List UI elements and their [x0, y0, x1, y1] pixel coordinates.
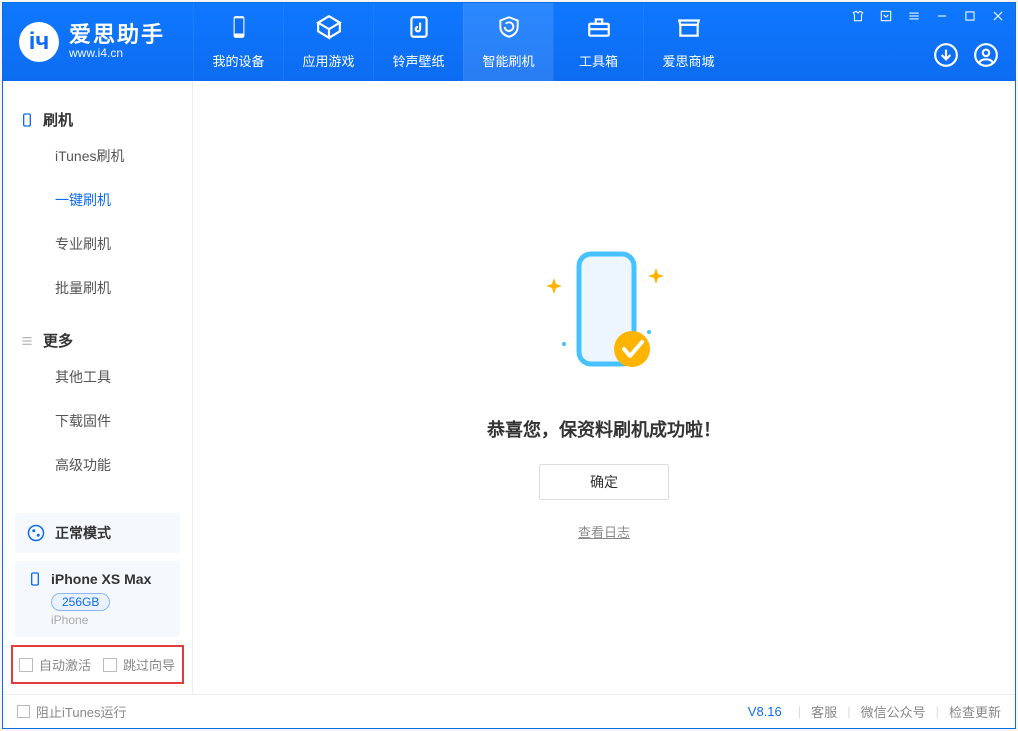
footer-link-support[interactable]: 客服 [811, 702, 837, 721]
store-icon [676, 14, 702, 45]
separator: | [847, 704, 850, 719]
nav-tab-smart-flash[interactable]: 智能刷机 [463, 3, 553, 81]
list-icon [19, 333, 35, 349]
dropdown-icon[interactable] [879, 9, 893, 28]
status-card[interactable]: 正常模式 [15, 513, 180, 553]
close-button[interactable] [991, 9, 1005, 28]
nav-label: 铃声壁纸 [392, 51, 444, 70]
app-name: 爱思助手 [69, 24, 165, 46]
nav-label: 智能刷机 [482, 51, 534, 70]
download-icon[interactable] [933, 42, 959, 73]
maximize-button[interactable] [963, 9, 977, 28]
nav-tabs: 我的设备 应用游戏 铃声壁纸 智能刷机 [193, 3, 733, 81]
nav-label: 工具箱 [579, 51, 618, 70]
header-action-icons [933, 42, 999, 73]
status-label: 正常模式 [55, 523, 111, 543]
sidebar-item-advanced[interactable]: 高级功能 [3, 443, 192, 487]
app-domain: www.i4.cn [69, 46, 165, 60]
checkbox-icon [19, 658, 33, 672]
device-name: iPhone XS Max [51, 571, 151, 587]
options-highlight: 自动激活 跳过向导 [11, 645, 184, 684]
checkbox-label: 阻止iTunes运行 [36, 702, 127, 721]
group-title: 更多 [43, 330, 73, 351]
toolbox-icon [586, 14, 612, 45]
sidebar-bottom: 正常模式 iPhone XS Max 256GB iPhone 自动激活 [3, 505, 192, 694]
checkbox-block-itunes[interactable]: 阻止iTunes运行 [17, 702, 127, 721]
sidebar-item-batch-flash[interactable]: 批量刷机 [3, 266, 192, 310]
sidebar-item-other-tools[interactable]: 其他工具 [3, 355, 192, 399]
main-panel: 恭喜您，保资料刷机成功啦！ 确定 查看日志 [193, 81, 1015, 694]
device-icon [27, 571, 43, 587]
checkbox-skip-guide[interactable]: 跳过向导 [103, 655, 175, 674]
sidebar-item-download-fw[interactable]: 下载固件 [3, 399, 192, 443]
confirm-button[interactable]: 确定 [539, 464, 669, 500]
body: 刷机 iTunes刷机 一键刷机 专业刷机 批量刷机 更多 其他工具 下载固件 … [3, 81, 1015, 694]
checkbox-icon [103, 658, 117, 672]
side-nav: 刷机 iTunes刷机 一键刷机 专业刷机 批量刷机 更多 其他工具 下载固件 … [3, 81, 192, 505]
minimize-button[interactable] [935, 9, 949, 28]
nav-tab-my-device[interactable]: 我的设备 [193, 3, 283, 81]
nav-label: 我的设备 [212, 51, 264, 70]
device-name-row: iPhone XS Max [27, 571, 168, 587]
nav-tab-store[interactable]: 爱思商城 [643, 3, 733, 81]
nav-tab-toolbox[interactable]: 工具箱 [553, 3, 643, 81]
logo-block: iч 爱思助手 www.i4.cn [3, 3, 193, 81]
side-group-header: 更多 [3, 326, 192, 355]
window-controls [851, 9, 1005, 28]
nav-tab-apps-games[interactable]: 应用游戏 [283, 3, 373, 81]
view-log-link[interactable]: 查看日志 [578, 522, 630, 541]
user-icon[interactable] [973, 42, 999, 73]
header-right [851, 3, 1015, 81]
nav-label: 应用游戏 [302, 51, 354, 70]
shirt-icon[interactable] [851, 9, 865, 28]
status-icon [27, 524, 45, 542]
device-card[interactable]: iPhone XS Max 256GB iPhone [15, 561, 180, 637]
footer-right: V8.16 | 客服 | 微信公众号 | 检查更新 [748, 702, 1001, 721]
side-group-more: 更多 其他工具 下载固件 高级功能 [3, 318, 192, 495]
footer-link-wechat[interactable]: 微信公众号 [861, 702, 926, 721]
side-group-flash: 刷机 iTunes刷机 一键刷机 专业刷机 批量刷机 [3, 97, 192, 318]
logo-text: 爱思助手 www.i4.cn [69, 24, 165, 60]
sidebar: 刷机 iTunes刷机 一键刷机 专业刷机 批量刷机 更多 其他工具 下载固件 … [3, 81, 193, 694]
group-title: 刷机 [43, 109, 73, 130]
refresh-shield-icon [496, 14, 522, 45]
cube-icon [316, 14, 342, 45]
menu-icon[interactable] [907, 9, 921, 28]
side-group-header: 刷机 [3, 105, 192, 134]
device-type: iPhone [51, 613, 168, 627]
nav-tab-ring-wall[interactable]: 铃声壁纸 [373, 3, 463, 81]
footer: 阻止iTunes运行 V8.16 | 客服 | 微信公众号 | 检查更新 [3, 694, 1015, 728]
separator: | [798, 704, 801, 719]
nav-label: 爱思商城 [662, 51, 714, 70]
music-file-icon [406, 14, 432, 45]
checkbox-label: 自动激活 [39, 655, 91, 674]
checkbox-auto-activate[interactable]: 自动激活 [19, 655, 91, 674]
checkbox-icon [17, 705, 30, 718]
app-window: iч 爱思助手 www.i4.cn 我的设备 应用游戏 [2, 2, 1016, 729]
sidebar-item-oneclick-flash[interactable]: 一键刷机 [3, 178, 192, 222]
separator: | [936, 704, 939, 719]
checkbox-label: 跳过向导 [123, 655, 175, 674]
header: iч 爱思助手 www.i4.cn 我的设备 应用游戏 [3, 3, 1015, 81]
sidebar-item-pro-flash[interactable]: 专业刷机 [3, 222, 192, 266]
device-icon [226, 14, 252, 45]
device-capacity: 256GB [51, 593, 110, 611]
logo-icon: iч [19, 22, 59, 62]
footer-link-update[interactable]: 检查更新 [949, 702, 1001, 721]
success-message: 恭喜您，保资料刷机成功啦！ [487, 416, 721, 442]
sidebar-item-itunes-flash[interactable]: iTunes刷机 [3, 134, 192, 178]
success-illustration [534, 234, 674, 394]
version-label: V8.16 [748, 704, 782, 719]
phone-icon [19, 112, 35, 128]
